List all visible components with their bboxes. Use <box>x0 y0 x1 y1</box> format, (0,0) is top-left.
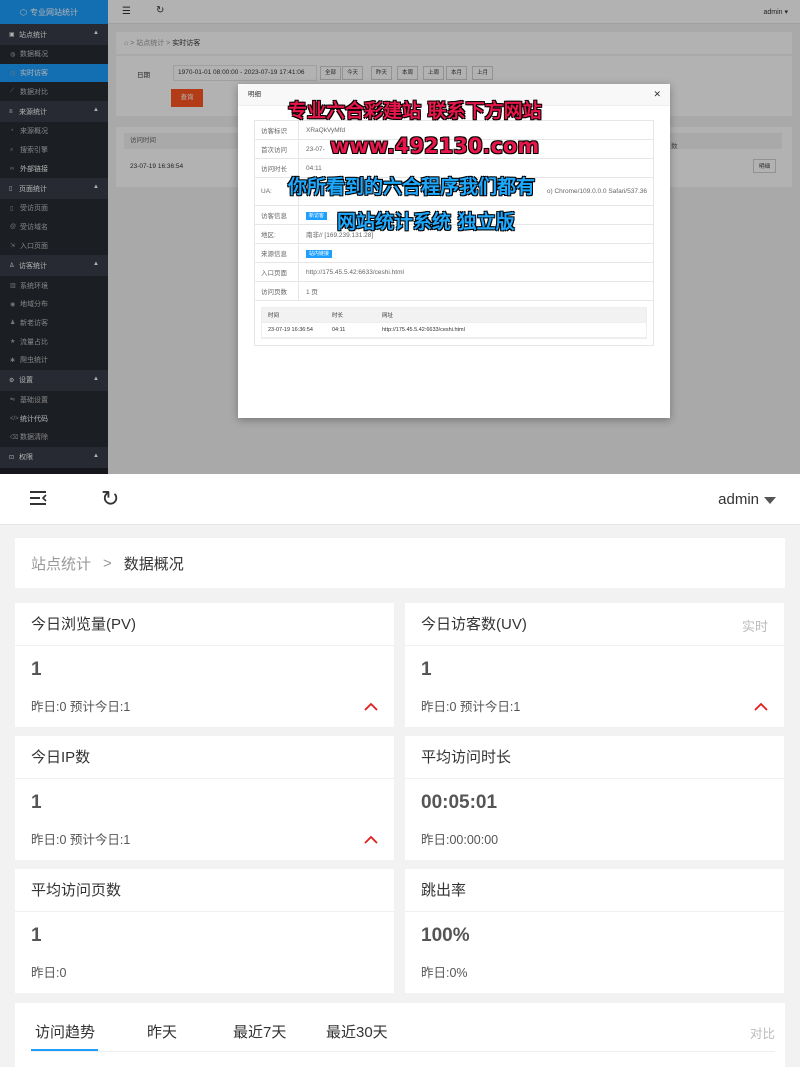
detail-value: 1 页 <box>306 289 318 296</box>
stat-card: 平均访问页数 1 昨日:0 <box>15 869 394 993</box>
detail-key: 访问页数 <box>255 282 299 300</box>
card-title: 平均访问页数 <box>15 869 394 912</box>
mini-cell-time: 23-07-19 16:36:54 <box>268 327 313 333</box>
card-title: 今日IP数 <box>15 736 394 779</box>
card-subtext: 昨日:0 预计今日:1 <box>421 700 521 714</box>
detail-row: 访问时长 04:11 <box>255 159 653 178</box>
card-value: 100% <box>421 925 470 946</box>
card-subtext: 昨日:0 预计今日:1 <box>31 833 131 847</box>
breadcrumb-separator: > <box>103 554 112 572</box>
stat-card: 今日IP数 1 昨日:0 预计今日:1 <box>15 736 394 860</box>
breadcrumb-current: 数据概况 <box>123 555 184 573</box>
detail-key: 访客信息 <box>255 206 299 224</box>
detail-row: 访客标识 XRaQkVyMfd <box>255 121 653 140</box>
detail-value: 站内链接 <box>299 249 653 258</box>
card-title: 今日访客数(UV) <box>405 603 784 646</box>
mini-row: 23-07-19 16:36:54 04:11 http://175.45.5.… <box>262 323 646 338</box>
bottom-screenshot: ↻ admin 站点统计 > 数据概况 今日浏览量(PV) 1 昨日:0 预计今日:… <box>0 474 800 1067</box>
detail-value: 23-07- <box>306 145 325 153</box>
card-subtext: 昨日:00:00:00 <box>421 833 499 847</box>
close-icon[interactable]: ✕ <box>653 89 661 100</box>
top-screenshot: ⬡ 专业网站统计 ▣ 站点统计 ▲ ◍ 数据概况 ◷ 实时访客 ⟋ 数据对比 ≡ 来源统计 ▲ ◔ 来源概… <box>0 0 800 474</box>
detail-table: 访客标识 XRaQkVyMfd 首次访问 23-07- 访问时长 04:11 UA: o) C… <box>254 120 654 346</box>
detail-rows: 访客标识 XRaQkVyMfd 首次访问 23-07- 访问时长 04:11 UA: o) C… <box>255 121 653 301</box>
trend-up-icon <box>364 702 378 711</box>
stat-card: 平均访问时长 00:05:01 昨日:00:00:00 <box>405 736 784 860</box>
tab-last-30-days[interactable]: 最近30天 <box>326 1021 388 1042</box>
caret-down-icon <box>764 496 776 504</box>
mini-header: 时间 时长 网址 <box>262 308 646 323</box>
realtime-badge[interactable]: 实时 <box>742 616 768 635</box>
detail-value: 04:11 <box>306 164 322 172</box>
card-value: 1 <box>31 792 42 813</box>
breadcrumb-root[interactable]: 站点统计 <box>31 553 91 574</box>
detail-row: 访问页数 1 页 <box>255 282 653 301</box>
breadcrumb: 站点统计 > 数据概况 <box>15 538 785 588</box>
mini-col-time: 时间 <box>268 313 280 319</box>
detail-value: 南非// [169.239.131.28] <box>306 232 374 239</box>
mini-cell-url: http://175.45.5.42:6633/ceshi.html <box>382 327 465 333</box>
tab-yesterday[interactable]: 昨天 <box>147 1021 177 1042</box>
stat-card: 跳出率 100% 昨日:0% <box>405 869 784 993</box>
tab-divider <box>31 1051 775 1052</box>
detail-row: 入口页面 http://175.45.5.42:6633/ceshi.html <box>255 263 653 282</box>
card-value: 1 <box>421 659 432 680</box>
mini-cell-duration: 04:11 <box>332 327 346 333</box>
modal-title: 明细 <box>238 84 670 106</box>
trend-up-icon <box>364 835 378 844</box>
card-title: 今日浏览量(PV) <box>15 603 394 646</box>
card-subtext: 昨日:0 预计今日:1 <box>31 700 131 714</box>
tab-trend[interactable]: 访问趋势 <box>35 1021 95 1042</box>
visitor-tag: 新访客 <box>306 211 328 220</box>
detail-row: UA: o) Chrome/109.0.0.0 Safari/537.36 <box>255 178 653 206</box>
stat-card: 今日浏览量(PV) 1 昨日:0 预计今日:1 <box>15 603 394 727</box>
trend-panel: 访问趋势 昨天 最近7天 最近30天 对比 <box>15 1003 785 1067</box>
detail-value: XRaQkVyMfd <box>306 126 346 134</box>
page-visit-table: 时间 时长 网址 23-07-19 16:36:54 04:11 http://… <box>261 307 647 339</box>
mini-col-duration: 时长 <box>332 313 344 319</box>
detail-key: 访客标识 <box>255 121 299 139</box>
card-subtext: 昨日:0% <box>421 966 468 980</box>
tab-last-7-days[interactable]: 最近7天 <box>233 1021 286 1042</box>
card-value: 00:05:01 <box>421 792 498 813</box>
refresh-icon[interactable]: ↻ <box>101 486 119 512</box>
detail-value: http://175.45.5.42:6633/ceshi.html <box>306 268 404 276</box>
card-title: 平均访问时长 <box>405 736 784 779</box>
detail-key: UA: <box>255 178 299 205</box>
stat-card: 今日访客数(UV) 实时 1 昨日:0 预计今日:1 <box>405 603 784 727</box>
detail-modal: 明细 ✕ 访客标识 XRaQkVyMfd 首次访问 23-07- 访问时长 04:11 UA… <box>238 84 670 418</box>
detail-key: 地区: <box>255 225 299 243</box>
detail-row: 访客信息 新访客 <box>255 206 653 225</box>
user-name: admin <box>718 491 759 508</box>
menu-toggle-icon[interactable] <box>30 490 48 506</box>
detail-key: 来源信息 <box>255 244 299 262</box>
detail-value: 新访客 <box>299 211 653 220</box>
detail-value: o) Chrome/109.0.0.0 Safari/537.36 <box>546 188 647 195</box>
mini-col-url: 网址 <box>382 313 394 319</box>
detail-key: 访问时长 <box>255 159 299 177</box>
card-value: 1 <box>31 659 42 680</box>
card-subtext: 昨日:0 <box>31 966 67 980</box>
header: ↻ admin <box>0 474 800 525</box>
detail-row: 首次访问 23-07- <box>255 140 653 159</box>
detail-key: 首次访问 <box>255 140 299 158</box>
card-value: 1 <box>31 925 42 946</box>
card-title: 跳出率 <box>405 869 784 912</box>
compare-button[interactable]: 对比 <box>750 1023 775 1042</box>
user-menu[interactable]: admin <box>718 491 776 508</box>
detail-row: 地区: 南非// [169.239.131.28] <box>255 225 653 244</box>
detail-key: 入口页面 <box>255 263 299 281</box>
detail-row: 来源信息 站内链接 <box>255 244 653 263</box>
trend-up-icon <box>754 702 768 711</box>
visitor-tag: 站内链接 <box>306 249 333 258</box>
